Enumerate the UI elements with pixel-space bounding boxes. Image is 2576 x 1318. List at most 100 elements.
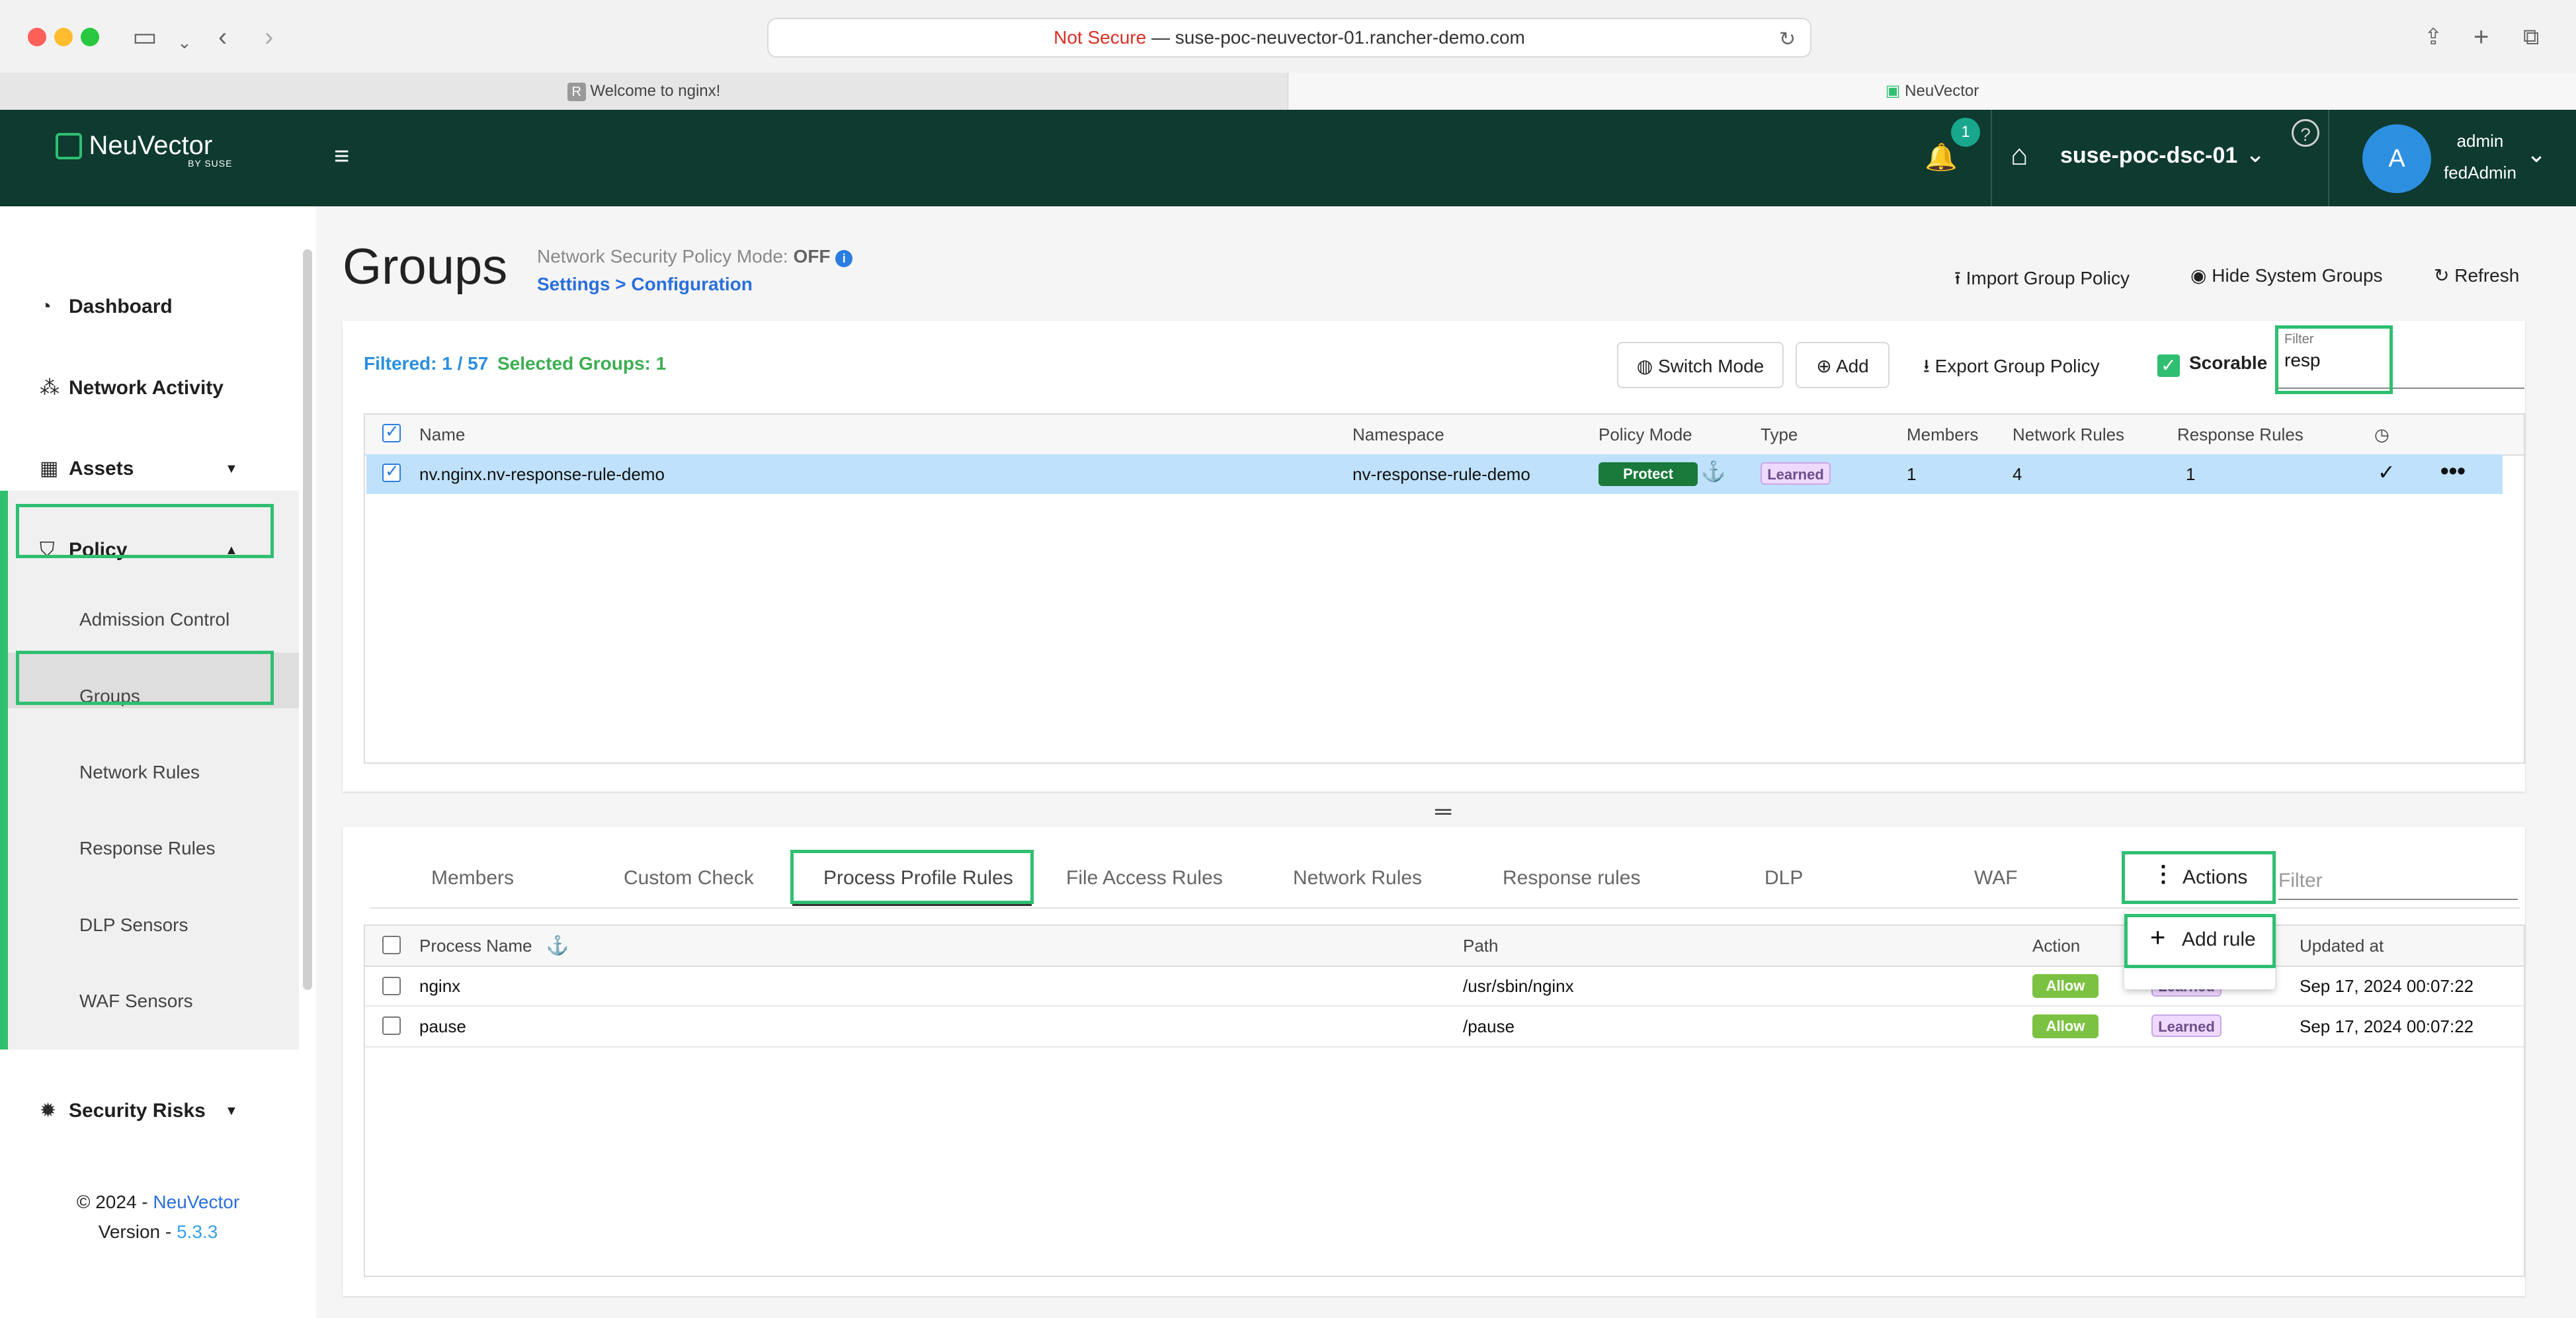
sidebar-item-network-activity[interactable]: ⁂ Network Activity — [40, 368, 224, 408]
add-group-button[interactable]: ⊕ Add — [1796, 342, 1890, 388]
back-icon[interactable]: ‹ — [218, 24, 227, 50]
info-icon[interactable]: i — [835, 250, 853, 267]
switch-mode-button[interactable]: ◍ Switch Mode — [1617, 342, 1784, 388]
chevron-down-icon[interactable]: ⌄ — [177, 29, 192, 56]
sidebar-item-assets[interactable]: ▦ Assets ▼ — [40, 449, 238, 489]
tab-dlp[interactable]: DLP — [1765, 858, 1803, 898]
help-icon[interactable]: ? — [2292, 119, 2319, 147]
share-icon[interactable]: ⇪ — [2424, 24, 2443, 50]
path-cell: /usr/sbin/nginx — [1463, 976, 1574, 996]
import-group-policy-button[interactable]: ⭱ Import Group Policy — [1954, 265, 2130, 296]
row-checkbox[interactable] — [382, 1016, 401, 1035]
col-header-path[interactable]: Path — [1463, 926, 1499, 966]
notification-count-badge: 1 — [1951, 118, 1980, 147]
minimize-window-button[interactable] — [54, 28, 73, 46]
reload-icon[interactable]: ↻ — [1779, 26, 1796, 53]
sidebar-toggle-icon[interactable]: ▭ — [132, 24, 157, 50]
col-header-name[interactable]: Name — [419, 415, 465, 454]
caret-down-icon: ▼ — [225, 1104, 238, 1118]
hamburger-menu-icon[interactable]: ≡ — [334, 142, 349, 171]
chevron-down-icon[interactable]: ⌄ — [2526, 140, 2546, 168]
tab-waf[interactable]: WAF — [1974, 858, 2018, 898]
logo-icon — [56, 132, 82, 159]
sidebar-item-admission-control[interactable]: Admission Control — [79, 600, 229, 639]
col-header-namespace[interactable]: Namespace — [1352, 415, 1444, 454]
logo-text: NeuVector — [89, 131, 213, 160]
type-badge: Learned — [2151, 1014, 2222, 1037]
sidebar-item-label: Dashboard — [69, 296, 173, 317]
col-header-response-rules[interactable]: Response Rules — [2177, 415, 2304, 454]
updated-at-cell: Sep 17, 2024 00:07:22 — [2300, 1016, 2474, 1036]
header-label: Process Name — [419, 936, 532, 956]
tab-response-rules[interactable]: Response rules — [1503, 858, 1640, 898]
col-header-type[interactable]: Type — [1761, 415, 1798, 454]
sidebar-item-dashboard[interactable]: ◔ Dashboard — [40, 287, 173, 327]
button-label: Import Group Policy — [1966, 268, 2130, 288]
tab-custom-check[interactable]: Custom Check — [624, 858, 754, 898]
chevron-down-icon[interactable]: ⌄ — [2245, 140, 2265, 168]
avatar[interactable]: A — [2362, 124, 2431, 193]
select-all-processes-checkbox[interactable] — [382, 936, 401, 954]
new-tab-icon[interactable]: + — [2473, 24, 2489, 50]
hide-system-groups-button[interactable]: ◉ Hide System Groups — [2190, 265, 2383, 286]
col-header-process-name[interactable]: Process Name ⚓ — [419, 926, 569, 966]
brand-link[interactable]: NeuVector — [153, 1192, 239, 1212]
user-name: admin — [2456, 131, 2504, 151]
col-header-action[interactable]: Action — [2032, 926, 2080, 966]
sidebar-item-response-rules[interactable]: Response Rules — [79, 829, 215, 868]
sidebar-item-security-risks[interactable]: ✹ Security Risks ▼ — [40, 1091, 238, 1131]
download-icon: ⭳ — [1923, 356, 1930, 376]
col-header-policy-mode[interactable]: Policy Mode — [1599, 415, 1692, 454]
tab-welcome-nginx[interactable]: R Welcome to nginx! — [0, 73, 1288, 110]
tab-members[interactable]: Members — [431, 858, 514, 898]
sidebar-item-label: Security Risks — [69, 1100, 206, 1122]
maximize-window-button[interactable] — [81, 28, 99, 46]
not-secure-label: Not Secure — [1054, 27, 1147, 48]
tabs-divider — [370, 907, 2520, 909]
group-name-cell: nv.nginx.nv-response-rule-demo — [419, 464, 665, 484]
protect-badge[interactable]: Protect — [1599, 462, 1698, 486]
tab-label: Welcome to nginx! — [590, 82, 721, 100]
response-rules-cell: 1 — [2186, 464, 2196, 484]
export-group-policy-button[interactable]: ⭳ Export Group Policy — [1923, 352, 2100, 384]
tab-neuvector[interactable]: ▣ NeuVector — [1288, 73, 2576, 110]
tab-label: NeuVector — [1905, 82, 1979, 100]
address-bar[interactable]: Not Secure — suse-poc-neuvector-01.ranch… — [767, 18, 1811, 58]
settings-link[interactable]: Settings > Configuration — [537, 274, 753, 295]
sidebar-item-label: Assets — [69, 458, 134, 479]
col-header-members[interactable]: Members — [1907, 415, 1978, 454]
bug-icon: ✹ — [40, 1100, 57, 1122]
sidebar-item-waf-sensors[interactable]: WAF Sensors — [79, 981, 193, 1021]
policy-highlight-box — [16, 504, 274, 558]
bell-icon[interactable]: 🔔 — [1925, 142, 1958, 173]
tab-network-rules[interactable]: Network Rules — [1293, 858, 1422, 898]
home-icon[interactable]: ⌂ — [2011, 139, 2028, 172]
divider — [1991, 110, 1992, 206]
sidebar-scrollbar[interactable] — [303, 249, 312, 990]
divider — [2328, 110, 2329, 206]
button-label: Switch Mode — [1657, 356, 1765, 376]
assets-icon: ▦ — [40, 458, 59, 479]
tab-file-access-rules[interactable]: File Access Rules — [1066, 858, 1223, 898]
col-header-network-rules[interactable]: Network Rules — [2013, 415, 2124, 454]
cluster-selector[interactable]: suse-poc-dsc-01 — [2060, 143, 2237, 169]
close-window-button[interactable] — [28, 28, 46, 46]
sidebar-item-network-rules[interactable]: Network Rules — [79, 753, 200, 792]
row-checkbox[interactable] — [382, 977, 401, 995]
score-gauge-icon: ◷ — [2374, 425, 2389, 444]
add-rule-highlight-box — [2124, 914, 2276, 968]
col-header-updated-at[interactable]: Updated at — [2300, 926, 2384, 966]
allow-badge: Allow — [2032, 1014, 2098, 1038]
tab-overview-icon[interactable]: ⧉ — [2523, 24, 2539, 50]
refresh-button[interactable]: ↻ Refresh — [2434, 265, 2519, 286]
sidebar-item-dlp-sensors[interactable]: DLP Sensors — [79, 905, 188, 945]
row-checkbox[interactable] — [382, 461, 401, 482]
select-all-checkbox[interactable] — [382, 421, 401, 442]
switch-icon: ◍ — [1636, 356, 1653, 376]
detail-filter-input[interactable]: Filter — [2278, 863, 2518, 900]
resize-handle-icon[interactable]: ═ — [1435, 799, 1451, 825]
neuvector-logo[interactable]: NeuVector BY SUSE — [56, 131, 232, 169]
more-actions-icon[interactable]: ••• — [2440, 451, 2466, 491]
scorable-checkbox[interactable]: ✓ — [2157, 354, 2180, 377]
forward-icon[interactable]: › — [265, 24, 273, 50]
